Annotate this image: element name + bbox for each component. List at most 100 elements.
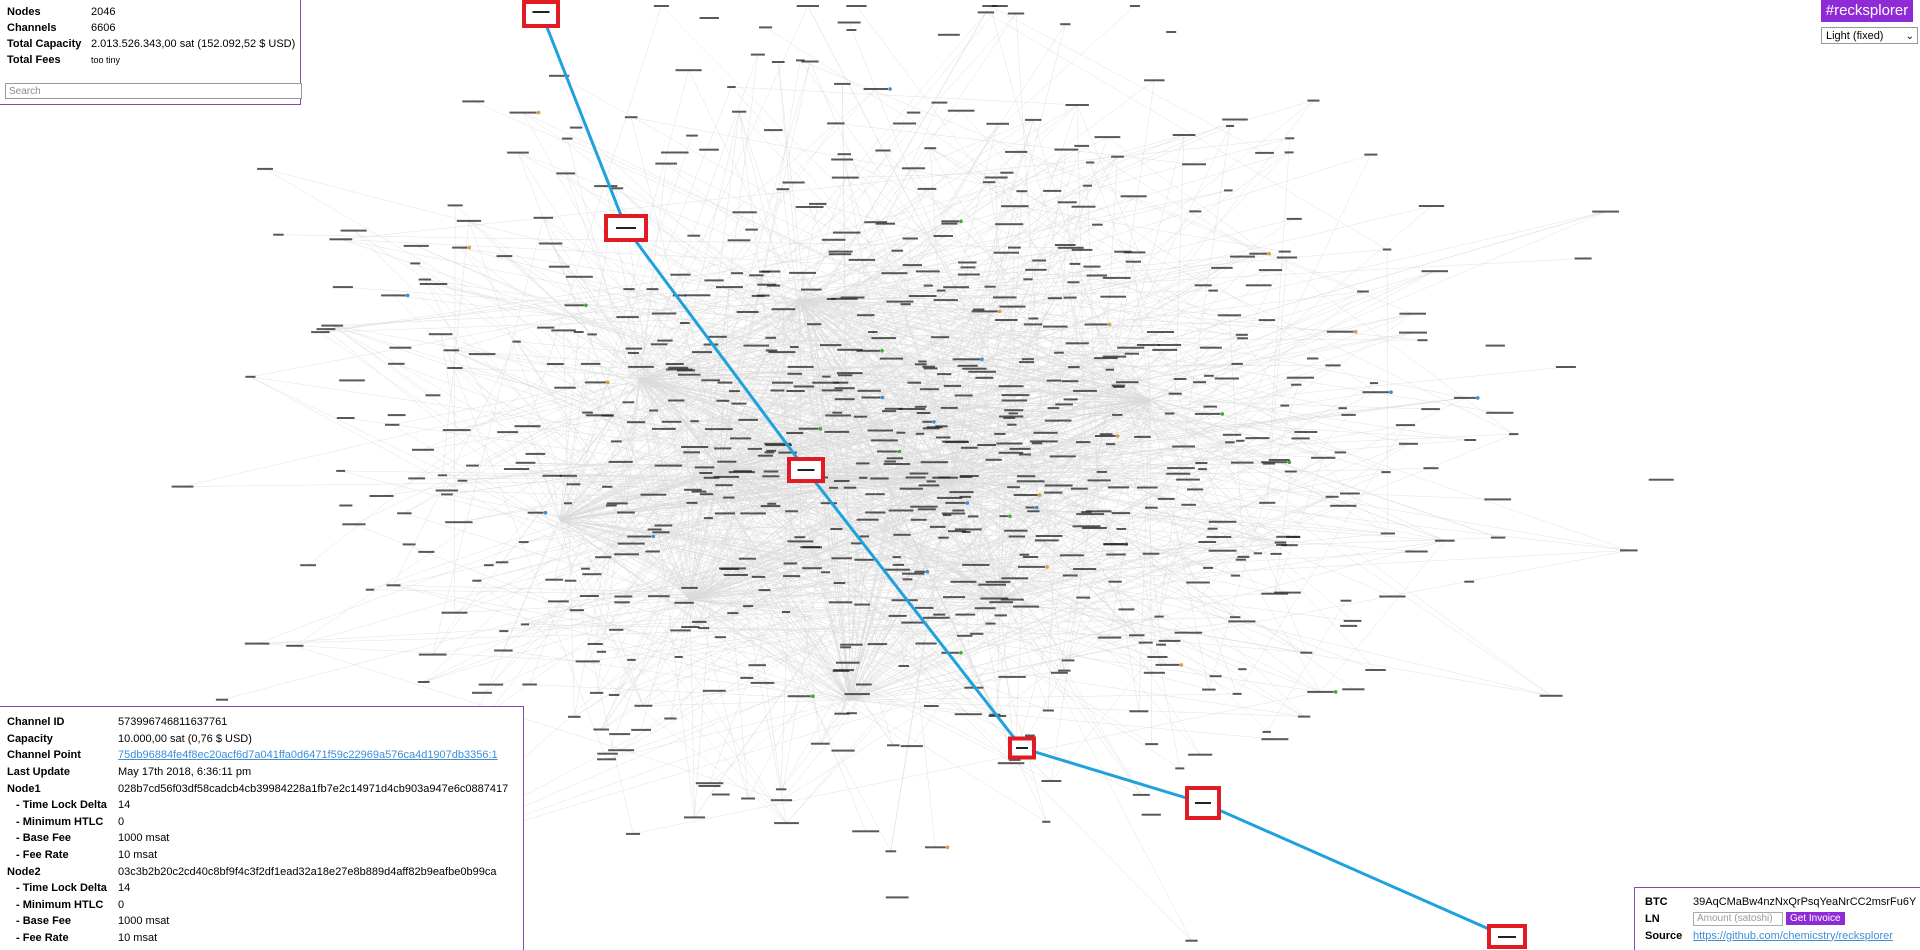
graph-node-dot (980, 357, 984, 362)
graph-node-label (1235, 558, 1246, 561)
graph-node-label (245, 375, 256, 378)
graph-node-label (616, 316, 639, 319)
graph-node-label (1146, 331, 1175, 333)
graph-node-label (661, 420, 682, 423)
graph-node-label (1044, 491, 1063, 494)
graph-node-label (917, 187, 937, 190)
graph-node-label (865, 511, 886, 514)
graph-node-label (1464, 580, 1475, 583)
node1-basefee-value: 1000 msat (118, 832, 170, 845)
graph-node-label (1065, 342, 1089, 345)
source-link[interactable]: https://github.com/chemicstry/recksplore… (1693, 930, 1893, 942)
graph-node-label (1278, 250, 1291, 253)
graph-node-label (933, 235, 953, 237)
graph-node-label (625, 347, 643, 350)
graph-node-label (614, 601, 630, 604)
graph-node-label (787, 540, 814, 543)
graph-node-label (1060, 23, 1071, 26)
graph-node-label (1017, 475, 1036, 478)
graph-node-label (984, 285, 996, 288)
graph-node-label (915, 606, 934, 609)
graph-node-label (1069, 262, 1081, 265)
graph-node-label (1061, 659, 1075, 662)
graph-node-label (1073, 568, 1097, 570)
graph-node-label (1057, 246, 1084, 249)
node2-minhtlc-label: - Minimum HTLC (16, 898, 104, 911)
search-input[interactable] (5, 83, 302, 99)
graph-node-label (1453, 396, 1476, 399)
get-invoice-button[interactable]: Get Invoice (1786, 912, 1845, 925)
graph-node-label (566, 483, 581, 486)
channel-point-link[interactable]: 75db96884fe4f8ec20acf6d7a041ffa0d6471f59… (118, 749, 498, 761)
graph-node-label (386, 584, 401, 587)
graph-node-label (942, 514, 952, 517)
graph-node-label (676, 369, 696, 372)
graph-node-label (1236, 439, 1245, 442)
channel-id-label: Channel ID (7, 716, 65, 729)
graph-node-label (886, 457, 904, 460)
theme-select[interactable]: Light (fixed) ⌄ (1821, 27, 1918, 44)
graph-node-label (915, 270, 940, 273)
graph-node-label (1102, 276, 1131, 279)
graph-node-label (1224, 189, 1233, 192)
graph-node-label (1108, 580, 1122, 583)
graph-node-label (1118, 608, 1135, 611)
graph-node-label (801, 60, 819, 63)
node2-minhtlc-value: 0 (118, 898, 125, 911)
graph-node-label (1141, 813, 1161, 816)
graph-node-label (602, 485, 613, 488)
graph-node-label (1000, 171, 1014, 174)
graph-node-label (1189, 210, 1202, 213)
graph-node-label (1399, 312, 1426, 315)
graph-node-label (859, 476, 868, 479)
graph-node-label (654, 524, 673, 527)
graph-node-label (387, 414, 406, 417)
graph-node-label (750, 681, 775, 684)
graph-node-label (582, 411, 593, 414)
route-node-highlight[interactable] (522, 0, 560, 28)
graph-node-label (923, 705, 939, 707)
graph-node-label (973, 308, 985, 311)
graph-node-label (472, 691, 492, 694)
graph-node-label (627, 352, 639, 354)
graph-node-label (1129, 710, 1149, 713)
graph-node-label (933, 299, 958, 302)
graph-node-label (871, 439, 898, 442)
graph-node-label (1214, 377, 1239, 380)
graph-node-label (1023, 323, 1043, 326)
amount-input[interactable] (1693, 911, 1783, 926)
graph-node-label (1208, 289, 1218, 292)
node2-basefee-label: - Base Fee (16, 915, 72, 928)
graph-node-label (1185, 939, 1198, 942)
channel-capacity-value: 10.000,00 sat (0,76 $ USD) (118, 732, 252, 745)
graph-node-label (522, 683, 537, 686)
graph-node-label (930, 336, 950, 339)
graph-node-label (740, 676, 754, 679)
graph-node-label (1228, 620, 1256, 623)
node1-basefee-label: - Base Fee (16, 832, 72, 845)
graph-node-label (856, 683, 872, 686)
graph-node-label (691, 490, 707, 493)
graph-node-label (1181, 503, 1197, 506)
graph-node-label (1174, 631, 1203, 634)
graph-node-label (1286, 536, 1301, 538)
graph-node-label (1434, 539, 1455, 542)
graph-node-label (342, 523, 366, 526)
graph-node-label (435, 489, 458, 492)
graph-node-label (1291, 437, 1310, 440)
graph-node-label (733, 470, 752, 473)
graph-node-label (1042, 709, 1054, 712)
graph-node-label (462, 100, 485, 103)
node2-basefee-value: 1000 msat (118, 915, 170, 928)
btc-address: 39AqCMaBw4nzNxQrPsqYeaNrCC2msrFu6Y (1693, 895, 1917, 908)
graph-node-label (853, 415, 868, 418)
graph-node-label (995, 223, 1024, 226)
graph-node-label (1116, 528, 1127, 530)
brand-badge[interactable]: #recksplorer (1821, 0, 1913, 22)
ln-label: LN (1645, 912, 1660, 925)
graph-node-dot (1476, 396, 1480, 400)
graph-node-label (999, 415, 1024, 418)
graph-node-label (443, 349, 460, 352)
graph-node-label (611, 187, 624, 190)
graph-node-label (807, 323, 822, 326)
